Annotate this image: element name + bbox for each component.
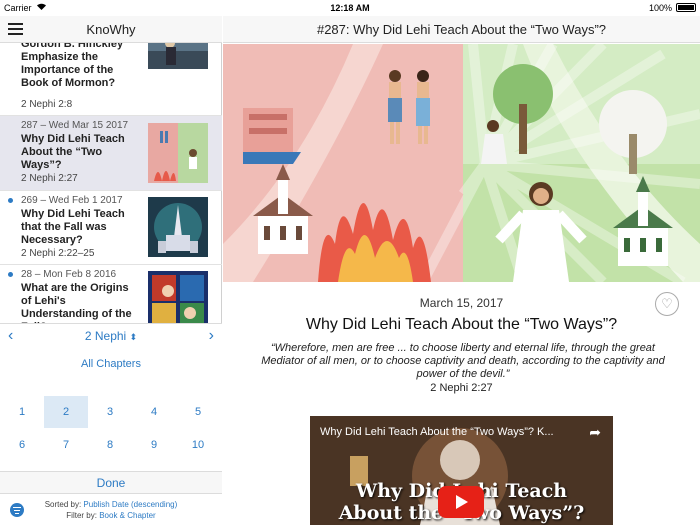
thumbnail-image [148,43,208,69]
clock: 12:18 AM [330,3,370,13]
list-item-meta: 28 – Mon Feb 8 2016 [21,269,117,280]
battery-percent: 100% [648,3,672,13]
chapter-button[interactable]: 9 [132,429,176,461]
video-title: Why Did Lehi Teach About the “Two Ways”?… [320,426,554,438]
app-title: KnoWhy [86,22,136,37]
share-icon[interactable]: ➦ [589,424,601,441]
filter-line: Filter by: Book & Chapter [0,511,222,520]
list-item-title: Why Did Lehi Teach that the Fall was Nec… [21,208,125,246]
chapter-button[interactable]: 5 [176,396,220,428]
book-selector: ‹ 2 Nephi ⬍ › [0,323,222,347]
sort-filter-bar[interactable]: Sorted by: Publish Date (descending) Fil… [0,493,222,525]
list-item[interactable]: Gordon B. Hinckley Emphasize the Importa… [0,43,222,116]
unread-dot-icon [8,272,13,277]
chapter-grid: All Chapters 123456789101112131415 [0,347,222,484]
main-header: #287: Why Did Lehi Teach About the “Two … [223,16,700,43]
sort-value: Publish Date (descending) [83,500,178,509]
book-picker[interactable]: 2 Nephi ⬍ [0,329,222,343]
article-date: March 15, 2017 [419,296,504,310]
sort-line: Sorted by: Publish Date (descending) [0,500,222,509]
video-player[interactable]: Why Did Lehi Teach About the “Two Ways”?… [310,416,613,525]
chapter-button[interactable]: 3 [88,396,132,428]
filter-value: Book & Chapter [99,511,156,520]
sidebar-header: KnoWhy [0,16,222,43]
list-item-title: Gordon B. Hinckley Emphasize the Importa… [21,43,124,89]
list-item-ref: 2 Nephi 2:8 [21,99,73,110]
knowhy-list: Gordon B. Hinckley Emphasize the Importa… [0,43,222,337]
main-content: #287: Why Did Lehi Teach About the “Two … [223,16,700,525]
play-button-icon[interactable] [438,486,484,518]
list-item[interactable]: 269 – Wed Feb 1 2017 Why Did Lehi Teach … [0,191,222,265]
thumbnail-image [148,197,208,257]
chapter-button[interactable]: 4 [132,396,176,428]
list-item-meta: 269 – Wed Feb 1 2017 [21,195,123,206]
done-button[interactable]: Done [0,471,222,493]
hero-illustration [223,44,700,282]
chapter-button[interactable]: 6 [0,429,44,461]
list-item-meta: 287 – Wed Mar 15 2017 [21,120,129,131]
sort-arrows-icon: ⬍ [129,332,138,342]
thumbnail-image [148,123,208,183]
chapter-button[interactable]: 10 [176,429,220,461]
list-item-ref: 2 Nephi 2:22–25 [21,248,95,259]
chapter-button[interactable]: 8 [88,429,132,461]
chapter-button[interactable]: 1 [0,396,44,428]
sort-label: Sorted by: [44,500,82,509]
unread-dot-icon [8,198,13,203]
status-bar: Carrier 12:18 AM 100% [0,0,700,16]
chapter-button[interactable]: 7 [44,429,88,461]
thumbnail-image [148,271,208,331]
page-title: #287: Why Did Lehi Teach About the “Two … [316,22,607,37]
battery-icon [676,3,696,12]
list-item-title: Why Did Lehi Teach About the “Two Ways”? [21,133,125,171]
scripture-citation: 2 Nephi 2:27 [430,382,493,394]
sidebar: KnoWhy Gordon B. Hinckley Emphasize the … [0,16,222,525]
all-chapters-button[interactable]: All Chapters [0,358,222,370]
list-item[interactable]: 287 – Wed Mar 15 2017 Why Did Lehi Teach… [0,116,222,191]
chapter-button[interactable]: 2 [44,396,88,428]
chevron-right-icon[interactable]: › [209,327,214,345]
heart-icon[interactable]: ♡ [655,292,679,316]
filter-label: Filter by: [66,511,97,520]
scripture-quote: “Wherefore, men are free ... to choose l… [261,342,665,380]
book-name: 2 Nephi [84,329,127,343]
list-item-ref: 2 Nephi 2:27 [21,173,78,184]
article-title: Why Did Lehi Teach About the “Two Ways”? [305,316,618,333]
